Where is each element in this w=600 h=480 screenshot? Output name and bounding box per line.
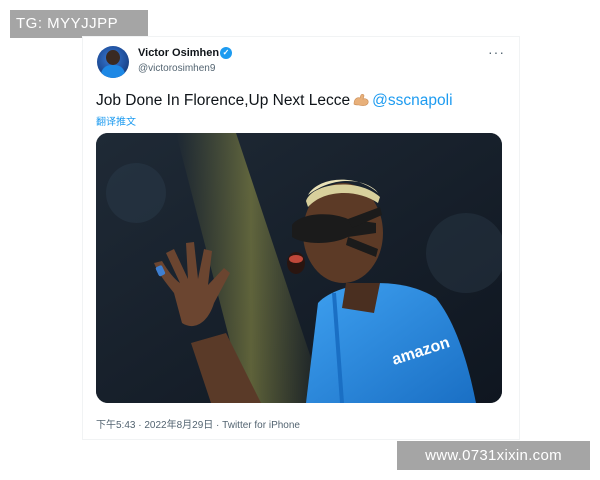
author-name[interactable]: Victor Osimhen xyxy=(138,47,219,59)
verified-badge-icon: ✓ xyxy=(220,47,232,59)
source-link[interactable]: Twitter for iPhone xyxy=(222,420,300,431)
flexed-biceps-icon xyxy=(353,94,369,106)
mention-link[interactable]: @sscnapoli xyxy=(372,92,452,109)
tweet-photo[interactable]: amazon xyxy=(96,133,502,403)
tweet-card: Victor Osimhen ✓ @victorosimhen9 ··· Job… xyxy=(82,36,520,440)
translate-link[interactable]: 翻译推文 xyxy=(96,113,136,128)
photo-illustration: amazon xyxy=(96,133,502,403)
author-handle[interactable]: @victorosimhen9 xyxy=(138,63,215,74)
timestamp[interactable]: 下午5:43 · 2022年8月29日 xyxy=(96,420,213,431)
more-options-icon[interactable]: ··· xyxy=(488,44,505,60)
avatar-head xyxy=(106,50,120,65)
meta-separator: · xyxy=(213,420,223,431)
tweet-text: Job Done In Florence,Up Next Lecce @sscna… xyxy=(96,92,453,110)
avatar-shirt xyxy=(101,65,125,78)
tweet-body: Job Done In Florence,Up Next Lecce xyxy=(96,92,351,109)
tweet-meta: 下午5:43 · 2022年8月29日 · Twitter for iPhone xyxy=(96,416,300,431)
watermark-bottom-right: www.0731xixin.com xyxy=(397,441,590,470)
watermark-top-left: TG: MYYJJPP xyxy=(10,10,148,38)
avatar[interactable] xyxy=(97,46,129,78)
